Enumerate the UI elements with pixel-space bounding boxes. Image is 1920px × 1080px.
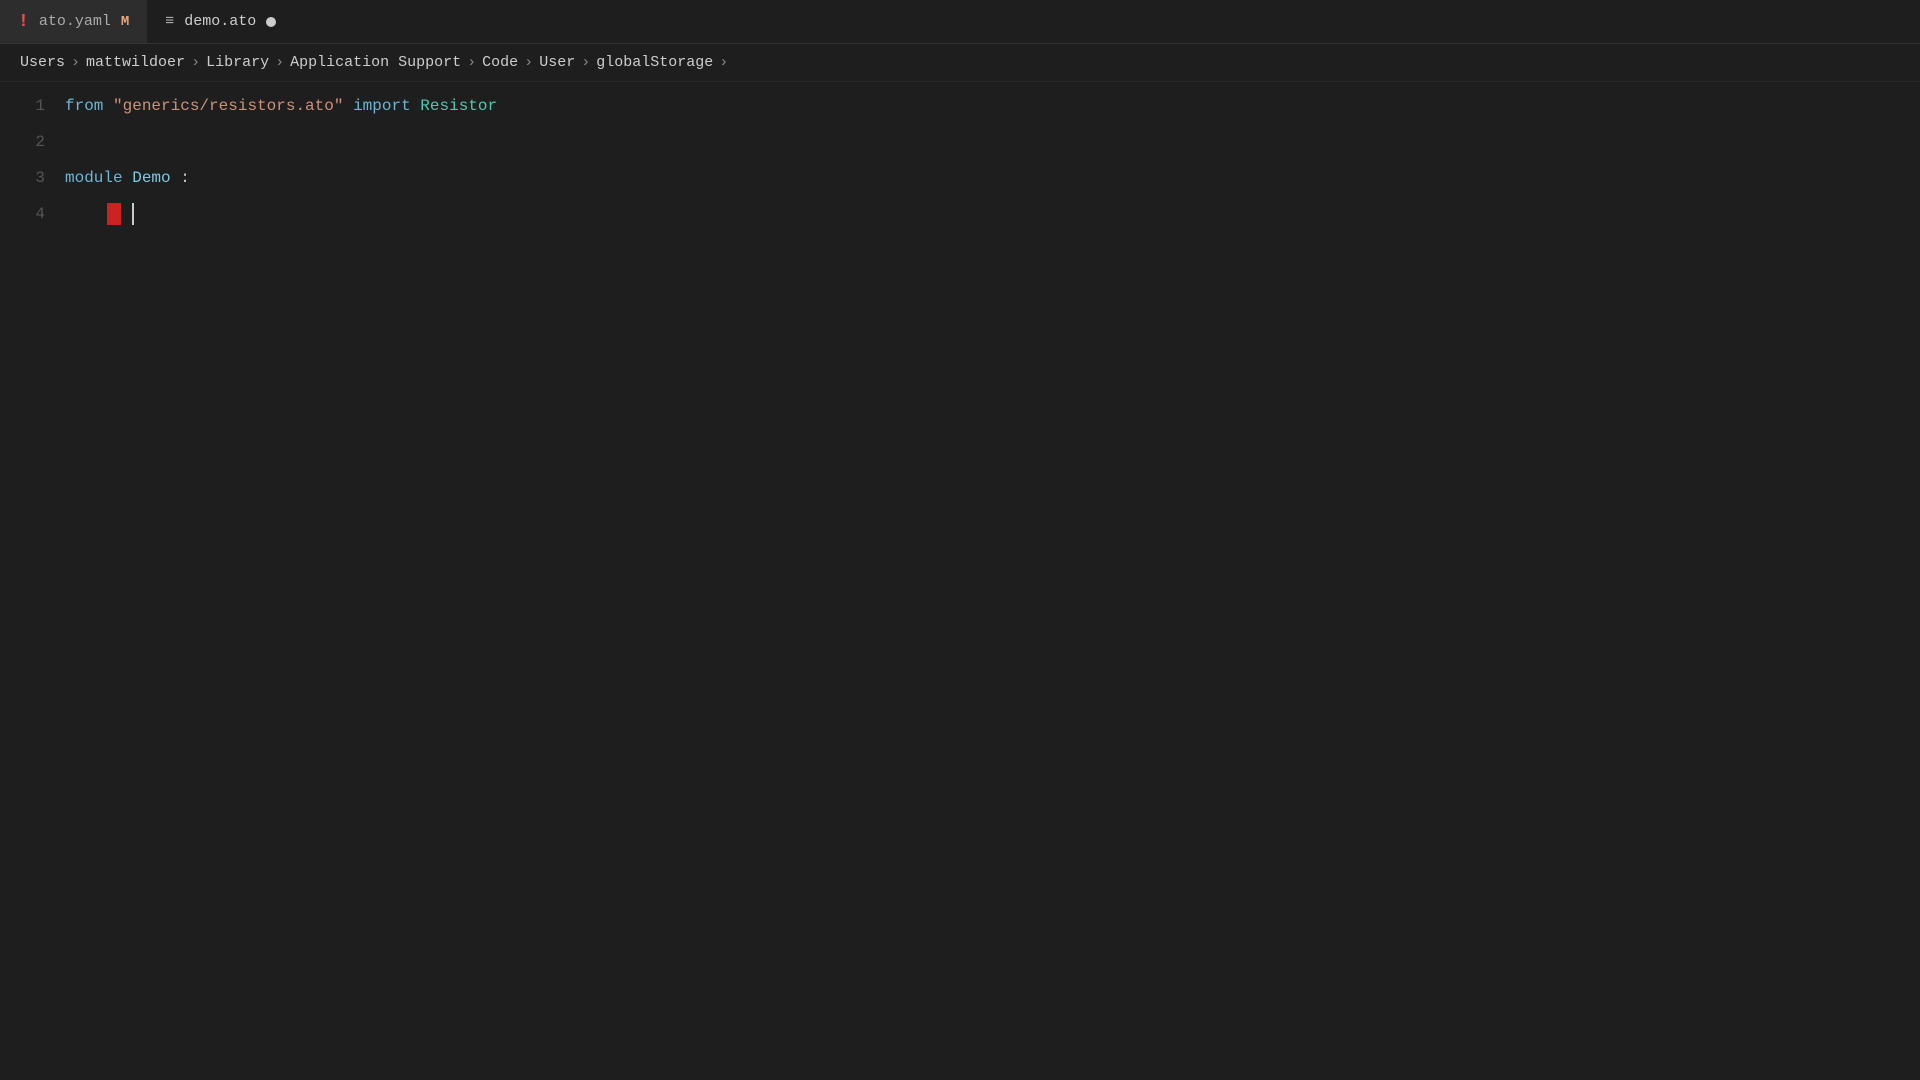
tab-ato-yaml[interactable]: ! ato.yaml M: [0, 0, 147, 43]
token-from: from: [65, 97, 103, 115]
token-demo: Demo: [132, 169, 170, 187]
modified-indicator: M: [121, 14, 129, 30]
line-content-1: from "generics/resistors.ato" import Res…: [65, 97, 497, 115]
tab-label-ato-yaml: ato.yaml: [39, 13, 111, 30]
tab-label-demo-ato: demo.ato: [184, 13, 256, 30]
breadcrumb-library[interactable]: Library: [206, 54, 269, 71]
cursor-caret: [132, 203, 134, 225]
breadcrumb-sep-2: ›: [191, 54, 200, 71]
breadcrumb-user[interactable]: User: [539, 54, 575, 71]
line-number-3: 3: [10, 169, 65, 187]
code-line-1: 1 from "generics/resistors.ato" import R…: [0, 88, 1920, 124]
line-number-1: 1: [10, 97, 65, 115]
breadcrumb-sep-3: ›: [275, 54, 284, 71]
breadcrumb-mattwildoer[interactable]: mattwildoer: [86, 54, 185, 71]
breadcrumb: Users › mattwildoer › Library › Applicat…: [0, 44, 1920, 82]
breadcrumb-globalstorage[interactable]: globalStorage: [596, 54, 713, 71]
code-line-3: 3 module Demo :: [0, 160, 1920, 196]
error-icon: !: [18, 12, 29, 32]
token-string-path: "generics/resistors.ato": [113, 97, 343, 115]
line-content-3: module Demo :: [65, 169, 190, 187]
breadcrumb-sep-5: ›: [524, 54, 533, 71]
breadcrumb-sep-6: ›: [581, 54, 590, 71]
main-content: Users › mattwildoer › Library › Applicat…: [0, 44, 1920, 1080]
lines-icon: ≡: [165, 13, 174, 30]
token-import: import: [353, 97, 411, 115]
line-number-4: 4: [10, 205, 65, 223]
unsaved-dot: [266, 17, 276, 27]
tab-bar: ! ato.yaml M ≡ demo.ato: [0, 0, 1920, 44]
breadcrumb-sep-7: ›: [719, 54, 728, 71]
breadcrumb-application-support[interactable]: Application Support: [290, 54, 461, 71]
code-line-2: 2: [0, 124, 1920, 160]
line-number-2: 2: [10, 133, 65, 151]
token-colon: :: [180, 169, 190, 187]
code-editor[interactable]: 1 from "generics/resistors.ato" import R…: [0, 82, 1920, 1080]
tab-demo-ato[interactable]: ≡ demo.ato: [147, 0, 294, 43]
breadcrumb-users[interactable]: Users: [20, 54, 65, 71]
code-line-4: 4: [0, 196, 1920, 232]
token-resistor: Resistor: [420, 97, 497, 115]
token-module: module: [65, 169, 123, 187]
text-cursor: [107, 203, 121, 225]
breadcrumb-code[interactable]: Code: [482, 54, 518, 71]
line-content-4: [65, 203, 134, 225]
breadcrumb-sep-1: ›: [71, 54, 80, 71]
breadcrumb-sep-4: ›: [467, 54, 476, 71]
